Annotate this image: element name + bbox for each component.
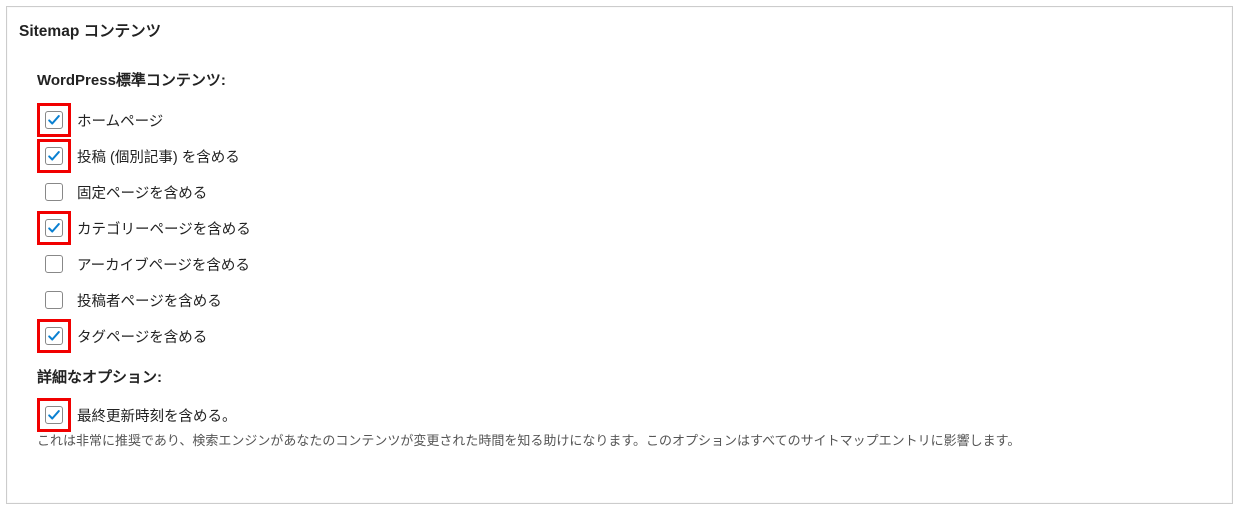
checkbox-author[interactable]	[45, 291, 63, 309]
option-author-row: 投稿者ページを含める	[37, 282, 1202, 318]
checkbox-wrap-5	[37, 283, 71, 317]
checkbox-wrap-adv	[37, 398, 71, 432]
option-categories-row: カテゴリーページを含める	[37, 210, 1202, 246]
check-icon	[47, 113, 61, 127]
option-label[interactable]: 最終更新時刻を含める。	[77, 405, 237, 426]
checkbox-lastmod[interactable]	[45, 406, 63, 424]
checkbox-categories[interactable]	[45, 219, 63, 237]
option-label[interactable]: アーカイブページを含める	[77, 254, 250, 275]
checkbox-wrap-2	[37, 175, 71, 209]
checkbox-wrap-0	[37, 103, 71, 137]
checkbox-wrap-3	[37, 211, 71, 245]
check-icon	[47, 149, 61, 163]
checkbox-tag[interactable]	[45, 327, 63, 345]
checkbox-wrap-1	[37, 139, 71, 173]
option-label[interactable]: 固定ページを含める	[77, 182, 207, 203]
checkbox-homepage[interactable]	[45, 111, 63, 129]
option-label[interactable]: 投稿 (個別記事) を含める	[77, 146, 240, 167]
section-standard: WordPress標準コンテンツ: ホームページ 投稿 (個別記事) を含める …	[7, 69, 1232, 452]
sitemap-contents-panel: Sitemap コンテンツ WordPress標準コンテンツ: ホームページ 投…	[6, 6, 1233, 504]
check-icon	[47, 329, 61, 343]
panel-title: Sitemap コンテンツ	[7, 7, 1232, 43]
checkbox-wrap-6	[37, 319, 71, 353]
standard-heading: WordPress標準コンテンツ:	[37, 69, 1202, 90]
check-icon	[47, 221, 61, 235]
option-label[interactable]: タグページを含める	[77, 326, 207, 347]
advanced-heading: 詳細なオプション:	[37, 366, 1202, 387]
checkbox-wrap-4	[37, 247, 71, 281]
option-posts-row: 投稿 (個別記事) を含める	[37, 138, 1202, 174]
option-tag-row: タグページを含める	[37, 318, 1202, 354]
option-homepage-row: ホームページ	[37, 102, 1202, 138]
option-label[interactable]: 投稿者ページを含める	[77, 290, 222, 311]
check-icon	[47, 408, 61, 422]
checkbox-archive[interactable]	[45, 255, 63, 273]
checkbox-pages[interactable]	[45, 183, 63, 201]
option-label[interactable]: ホームページ	[77, 110, 163, 131]
option-archive-row: アーカイブページを含める	[37, 246, 1202, 282]
lastmod-description: これは非常に推奨であり、検索エンジンがあなたのコンテンツが変更された時間を知る助…	[37, 431, 1202, 452]
option-label[interactable]: カテゴリーページを含める	[77, 218, 251, 239]
option-lastmod-row: 最終更新時刻を含める。	[37, 397, 1202, 433]
checkbox-posts[interactable]	[45, 147, 63, 165]
option-pages-row: 固定ページを含める	[37, 174, 1202, 210]
